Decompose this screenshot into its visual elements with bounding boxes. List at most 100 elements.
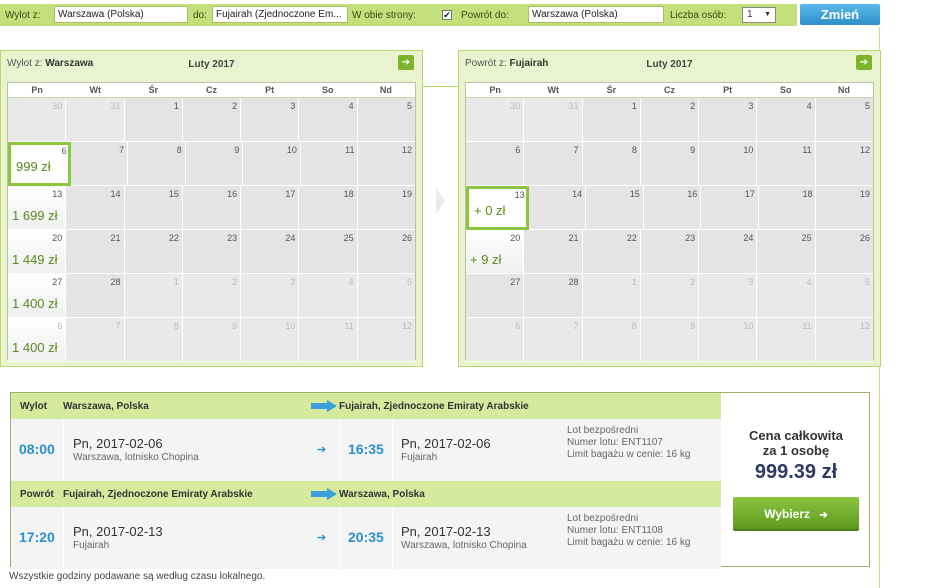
- calendar-grid: Pn Wt Śr Cz Pt So Nd 30 31 1 2 3 4 5 6 999 zł 7 8 9 10 11 12 1…: [7, 82, 416, 362]
- calendar-day: 9: [640, 142, 700, 186]
- calendar-day: 10: [243, 142, 301, 186]
- calendar-day: 11: [757, 142, 816, 186]
- outbound-from: Warszawa, Polska: [63, 401, 149, 412]
- column-divider: [392, 419, 393, 481]
- calendar-day: 12: [357, 318, 415, 362]
- inbound-to: Warszawa, Polska: [339, 489, 425, 500]
- calendar-day-selected[interactable]: 13 + 0 zł: [466, 186, 529, 230]
- flight-number: Numer lotu: ENT1107: [567, 437, 663, 448]
- calendar-day: 7: [524, 318, 583, 362]
- day-number: 17: [744, 189, 755, 199]
- calendar-day: 11: [300, 142, 359, 186]
- day-number: 7: [115, 321, 121, 331]
- day-number: 10: [285, 321, 296, 331]
- persons-label: Liczba osób:: [670, 10, 727, 21]
- calendar-day: 5: [357, 98, 415, 142]
- calendar-day: 28: [66, 274, 125, 318]
- calendar-week: 13 + 0 zł 14 15 16 17 18 19: [466, 186, 874, 230]
- arrow-right-icon: ➔: [401, 57, 411, 68]
- calendar-day: 3: [241, 98, 300, 142]
- calendar-day-priced[interactable]: 27 1 400 zł: [8, 274, 67, 318]
- calendar-week: 6 7 8 9 10 11 12: [466, 142, 873, 186]
- calendar-day: 10: [699, 318, 758, 362]
- next-month-button[interactable]: ➔: [398, 55, 414, 70]
- calendar-day-selected[interactable]: 6 999 zł: [8, 142, 71, 186]
- blue-arrow-icon: [311, 400, 337, 412]
- inbound-label: Powrót: [20, 489, 54, 500]
- weekday-label: Nd: [837, 85, 850, 95]
- next-month-button[interactable]: ➔: [856, 55, 872, 70]
- persons-select[interactable]: 1 ▼: [742, 7, 776, 23]
- select-button[interactable]: Wybierz ➔: [733, 497, 859, 531]
- calendar-week: 27 1 400 zł 28 1 2 3 4 5: [8, 274, 415, 318]
- calendar-day: 30: [8, 98, 67, 142]
- both-ways-checkbox[interactable]: ✔: [442, 10, 452, 20]
- arrival-place: Fujairah: [401, 452, 438, 463]
- flight-info: Lot bezpośredni Numer lotu: ENT1108 Limi…: [567, 513, 690, 549]
- day-number: 12: [859, 321, 870, 331]
- day-number: 28: [568, 277, 579, 287]
- calendar-day-priced[interactable]: 13 1 699 zł: [8, 186, 67, 230]
- day-price: 999 zł: [16, 159, 51, 174]
- calendar-week: 6 7 8 9 10 11 12: [466, 318, 873, 362]
- outbound-to: Fujairah, Zjednoczone Emiraty Arabskie: [339, 401, 529, 412]
- day-number: 31: [110, 101, 121, 111]
- day-number: 5: [406, 101, 412, 111]
- calendar-day: 9: [640, 318, 700, 362]
- day-number: 25: [801, 233, 812, 243]
- calendar-day: 19: [816, 186, 874, 230]
- change-button[interactable]: Zmień: [800, 4, 880, 25]
- return-field[interactable]: Warszawa (Polska): [528, 6, 664, 23]
- calendar-day: 18: [758, 186, 817, 230]
- calendar-day: 10: [241, 318, 300, 362]
- day-number: 24: [743, 233, 754, 243]
- calendar-day: 7: [524, 142, 583, 186]
- calendar-week: 6 1 400 zł 7 8 9 10 11 12: [8, 318, 415, 362]
- flight-number: Numer lotu: ENT1108: [567, 525, 663, 536]
- calendar-day: 1: [124, 274, 183, 318]
- calendar-day: 3: [241, 274, 300, 318]
- calendar-day: 30: [466, 98, 525, 142]
- day-number: 1: [631, 277, 637, 287]
- arrival-place: Warszawa, lotnisko Chopina: [401, 540, 527, 551]
- day-number: 4: [806, 101, 812, 111]
- departure-place: Fujairah: [73, 540, 110, 551]
- day-number: 20: [52, 233, 63, 243]
- to-field[interactable]: Fujairah (Zjednoczone Em...: [212, 6, 348, 23]
- day-number: 27: [510, 277, 521, 287]
- from-field[interactable]: Warszawa (Polska): [54, 6, 188, 23]
- weekday-label: Pn: [489, 85, 501, 95]
- calendar-day: 2: [182, 98, 242, 142]
- day-number: 5: [864, 277, 870, 287]
- calendar-week: 20 1 449 zł 21 22 23 24 25 26: [8, 230, 415, 274]
- calendar-day: 11: [757, 318, 816, 362]
- calendar-day-priced[interactable]: 20 1 449 zł: [8, 230, 67, 274]
- calendar-day: 6: [466, 318, 525, 362]
- day-number: 31: [568, 101, 579, 111]
- outbound-label: Wylot: [20, 401, 48, 412]
- calendar-day: 22: [582, 230, 641, 274]
- calendar-week: 30 31 1 2 3 4 5: [466, 98, 873, 142]
- day-number: 24: [285, 233, 296, 243]
- calendar-day: 2: [640, 98, 700, 142]
- day-number: 21: [568, 233, 579, 243]
- day-number: 22: [168, 233, 179, 243]
- calendar-day: 17: [241, 186, 300, 230]
- column-divider: [63, 507, 64, 569]
- weekday-label: Nd: [379, 85, 392, 95]
- day-number: 4: [348, 277, 354, 287]
- weekday-label: Pt: [723, 85, 733, 95]
- weekday-header: Pn Wt Śr Cz Pt So Nd: [8, 83, 415, 98]
- calendar-day-priced[interactable]: 6 1 400 zł: [8, 318, 67, 362]
- outbound-calendar: Wylot z: Warszawa Luty 2017 ➔ Pn Wt Śr Cz Pt…: [0, 50, 423, 367]
- arrow-right-icon: ➔: [819, 510, 828, 521]
- total-price-label: Cena całkowita za 1 osobę: [723, 428, 869, 458]
- day-price: 1 400 zł: [12, 340, 58, 355]
- day-price: 1 699 zł: [12, 208, 58, 223]
- calendar-day-priced[interactable]: 20 + 9 zł: [466, 230, 525, 274]
- calendar-day: 23: [182, 230, 242, 274]
- day-number: 12: [402, 145, 413, 155]
- blue-arrow-icon: [311, 488, 337, 500]
- day-number: 8: [631, 321, 637, 331]
- day-number: 5: [864, 101, 870, 111]
